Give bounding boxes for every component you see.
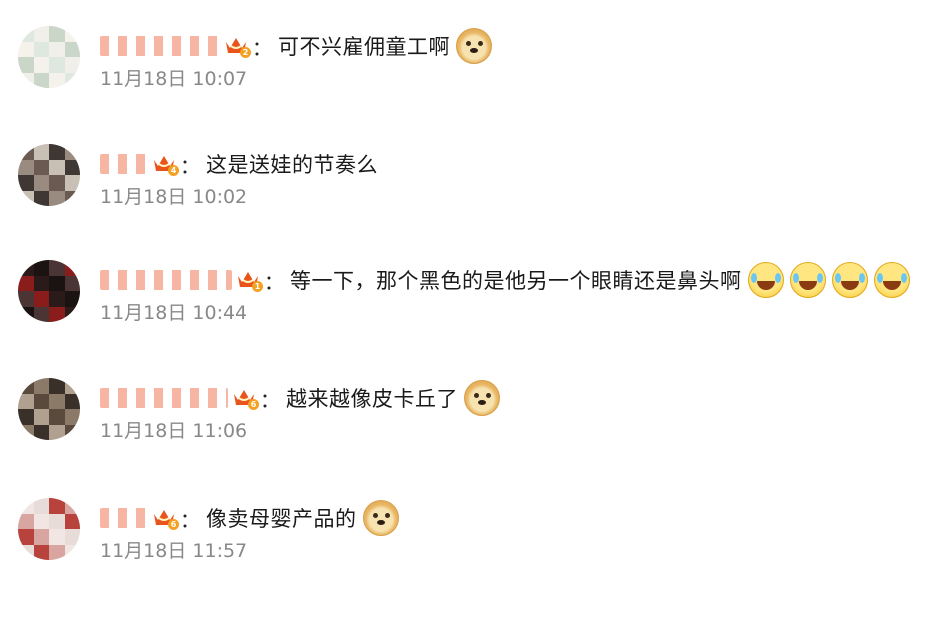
comment-header: 4：这是送娃的节奏么 [100,148,378,180]
comment-timestamp: 11月18日 11:06 [100,420,248,442]
level-number: 2 [240,47,251,58]
crown-badge-icon[interactable]: 6 [152,506,179,530]
crown-badge-icon[interactable]: 6 [232,386,259,410]
comment-header: 6：越来越像皮卡丘了 [100,380,500,416]
comment-item: 2：可不兴雇佣童工啊 11月18日 10:07 [0,26,941,156]
laugh-cry-emoji-icon [747,262,784,298]
comment-item: 1：等一下，那个黑色的是他另一个眼睛还是鼻头啊 11月18日 10:44 [0,260,941,390]
level-number: 6 [248,399,259,410]
comment-item: 6：越来越像皮卡丘了 11月18日 11:06 [0,378,941,508]
comment-timestamp: 11月18日 11:57 [100,540,248,562]
crown-badge-icon[interactable]: 2 [224,34,251,58]
comment-header: 2：可不兴雇佣童工啊 [100,28,492,64]
comment-timestamp: 11月18日 10:02 [100,186,248,208]
level-number: 6 [168,519,179,530]
comment-text: 可不兴雇佣童工啊 [278,35,450,59]
avatar[interactable] [18,144,80,206]
crown-badge-icon[interactable]: 4 [152,152,179,176]
comment-text: 等一下，那个黑色的是他另一个眼睛还是鼻头啊 [290,269,742,293]
comment-item: 6：像卖母婴产品的 11月18日 11:57 [0,498,941,628]
username-redacted[interactable] [100,508,148,528]
comment-timestamp: 11月18日 10:07 [100,68,248,90]
username-redacted[interactable] [100,36,220,56]
colon-separator: ： [252,35,272,60]
avatar[interactable] [18,260,80,322]
crown-badge-icon[interactable]: 1 [236,268,263,292]
doge-emoji-icon [456,28,492,64]
colon-separator: ： [180,507,200,532]
comment-timestamp: 11月18日 10:44 [100,302,248,324]
avatar[interactable] [18,498,80,560]
colon-separator: ： [260,387,280,412]
colon-separator: ： [180,153,200,178]
avatar[interactable] [18,26,80,88]
comment-header: 1：等一下，那个黑色的是他另一个眼睛还是鼻头啊 [100,262,910,298]
comment-text: 这是送娃的节奏么 [206,153,378,177]
laugh-cry-emoji-icon [873,262,910,298]
laugh-cry-emoji-icon [789,262,826,298]
avatar[interactable] [18,378,80,440]
doge-emoji-icon [362,500,399,536]
laugh-cry-emoji-icon [831,262,868,298]
username-redacted[interactable] [100,270,232,290]
doge-emoji-icon [464,380,500,416]
comment-text: 像卖母婴产品的 [206,507,357,531]
username-redacted[interactable] [100,154,148,174]
comment-header: 6：像卖母婴产品的 [100,500,399,536]
username-redacted[interactable] [100,388,228,408]
level-number: 4 [168,165,179,176]
level-number: 1 [252,281,263,292]
comment-item: 4：这是送娃的节奏么 11月18日 10:02 [0,144,941,274]
colon-separator: ： [264,269,284,294]
comment-text: 越来越像皮卡丘了 [286,387,458,411]
